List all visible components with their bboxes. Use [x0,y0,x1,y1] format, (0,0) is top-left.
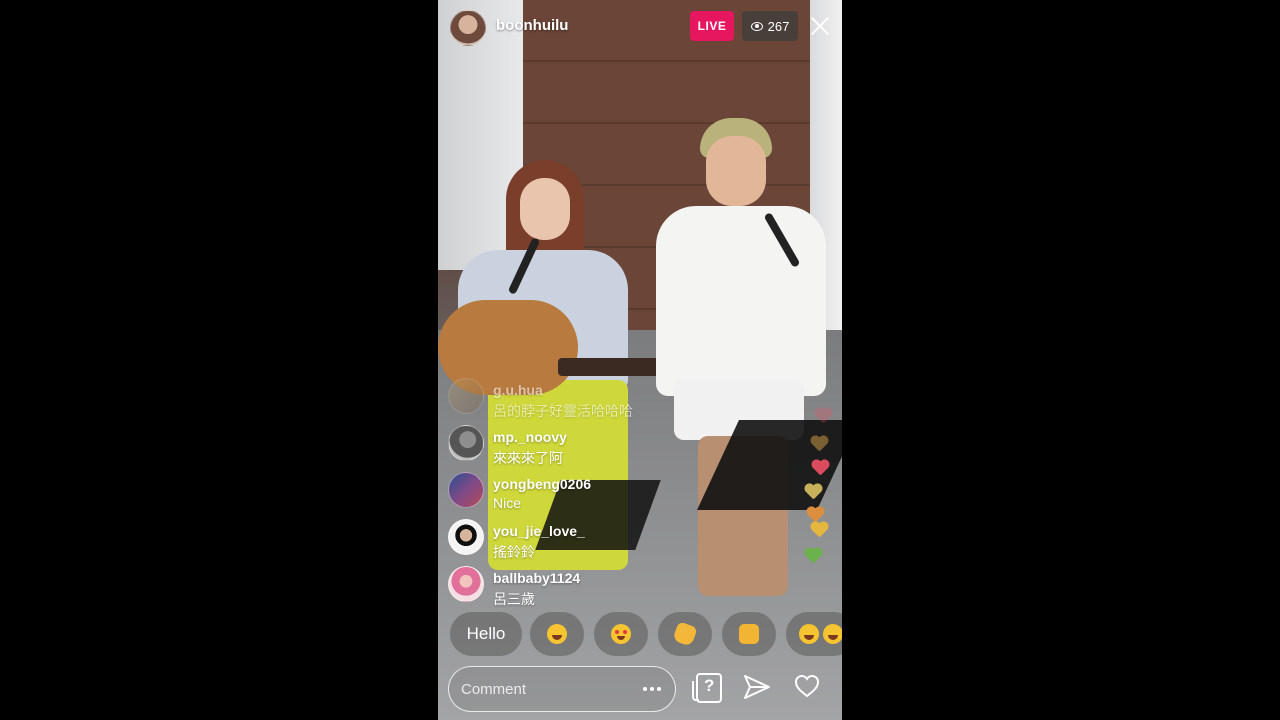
floating-heart-icon [804,484,822,500]
laugh-emoji-button[interactable] [530,612,584,656]
comment-item: you_jie_love_ 搖鈴鈴 [448,515,708,562]
thumbs-up-emoji-button[interactable] [722,612,776,656]
floating-heart-icon [814,408,832,424]
viewer-count: 267 [767,18,790,34]
host-username[interactable]: boonhuilu [496,17,568,34]
thumbs-up-icon [739,624,759,644]
wave-emoji-button[interactable] [658,612,712,656]
comment-text: 呂三歲 [493,591,535,607]
close-icon[interactable] [808,14,832,38]
comment-username[interactable]: yongbeng0206 [493,476,591,492]
send-icon[interactable] [742,672,772,702]
floating-heart-icon [810,522,828,538]
floating-heart-icon [804,548,822,564]
comment-item: mp._noovy 來來來了阿 [448,421,708,468]
comment-username[interactable]: g.u.hua [493,382,543,398]
comment-avatar[interactable] [448,425,484,461]
comment-username[interactable]: ballbaby1124 [493,570,580,586]
comment-item: ballbaby1124 呂三歲 [448,562,708,609]
comment-username[interactable]: you_jie_love_ [493,523,585,539]
waving-hand-icon [672,621,698,647]
comment-item: g.u.hua 呂的脖子好靈活哈哈哈 [448,374,708,421]
comment-avatar[interactable] [448,519,484,555]
performer-right-face [706,136,766,206]
comment-username[interactable]: mp._noovy [493,429,567,445]
more-icon[interactable] [643,687,661,691]
face-with-tears-of-joy-icon [547,624,567,644]
viewer-count-badge[interactable]: 267 [742,11,798,41]
floating-heart-icon [811,460,829,476]
face-with-tears-of-joy-icon [823,624,842,644]
performer-left-face [520,178,570,240]
eye-icon [750,21,763,31]
floating-hearts [798,408,838,588]
comment-avatar[interactable] [448,378,484,414]
host-avatar[interactable] [450,10,486,46]
smiling-face-with-heart-eyes-icon [611,624,631,644]
comment-avatar[interactable] [448,472,484,508]
face-with-tears-of-joy-icon [799,624,819,644]
heart-eyes-emoji-button[interactable] [594,612,648,656]
heart-icon[interactable] [794,674,820,698]
bottom-actions: Comment [438,664,842,714]
hello-quick-reply[interactable]: Hello [450,612,522,656]
comment-input[interactable]: Comment [448,666,676,712]
comment-text: 搖鈴鈴 [493,544,535,560]
floating-heart-icon [810,436,828,452]
comment-text: Nice [493,495,522,511]
comment-text: 來來來了阿 [493,450,563,466]
performer-right-shirt [656,206,826,396]
comment-feed: g.u.hua 呂的脖子好靈活哈哈哈 mp._noovy 來來來了阿 yongb… [448,374,708,609]
comment-avatar[interactable] [448,566,484,602]
comment-text: 呂的脖子好靈活哈哈哈 [493,403,633,419]
live-badge: LIVE [690,11,734,41]
comment-item: yongbeng0206 Nice [448,468,708,515]
quick-reactions: Hello [438,612,842,658]
question-icon[interactable] [692,673,722,703]
double-laugh-emoji-button[interactable] [786,612,842,656]
live-header: boonhuilu LIVE 267 [438,0,842,52]
comment-placeholder: Comment [461,681,527,698]
